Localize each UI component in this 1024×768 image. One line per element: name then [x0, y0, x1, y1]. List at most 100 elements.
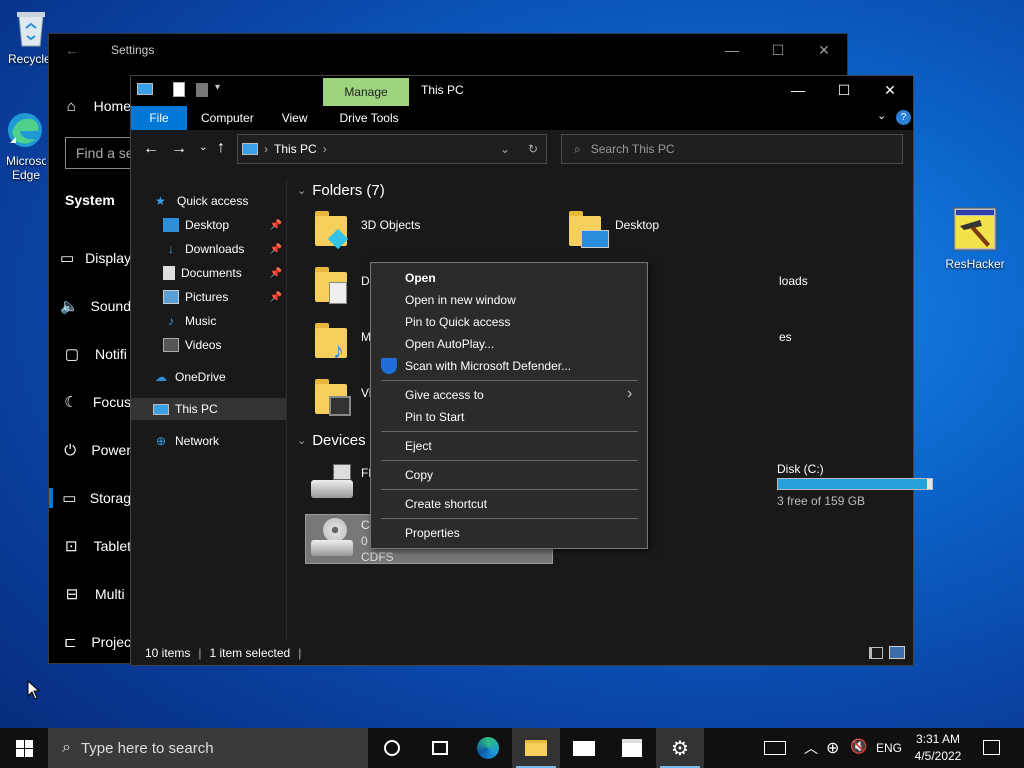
settings-search-input[interactable]: Find a se [65, 137, 135, 169]
music-icon: ♪ [168, 314, 174, 328]
nav-videos[interactable]: Videos [131, 334, 286, 356]
folder-label[interactable]: 3D Objects [361, 218, 420, 232]
taskbar-search-box[interactable]: ⌕ Type here to search [48, 728, 368, 768]
task-view-button[interactable] [416, 728, 464, 768]
tab-computer[interactable]: Computer [187, 106, 268, 130]
nav-documents[interactable]: Documents 📌 [131, 262, 286, 284]
folder-icon[interactable] [569, 208, 609, 248]
close-icon[interactable]: ✕ [801, 34, 847, 66]
chevron-up-icon[interactable]: ︿ [804, 738, 818, 758]
settings-nav-tablet[interactable]: ⊡ Tablet [49, 522, 131, 570]
local-disk-label[interactable]: Disk (C:) [777, 462, 824, 476]
cd-drive-icon [311, 518, 355, 560]
nav-pictures[interactable]: Pictures 📌 [131, 286, 286, 308]
folder-label[interactable]: D [361, 274, 370, 288]
touch-keyboard-icon[interactable] [764, 741, 786, 755]
language-indicator[interactable]: ENG [876, 741, 902, 755]
nav-quick-access[interactable]: ★ Quick access [131, 190, 286, 212]
breadcrumb-separator-icon: › [322, 142, 327, 156]
tab-view[interactable]: View [268, 106, 322, 130]
action-center-icon[interactable] [983, 740, 1000, 755]
taskbar-file-explorer[interactable] [512, 728, 560, 768]
breadcrumb[interactable]: This PC [274, 142, 317, 156]
taskbar-store[interactable] [608, 728, 656, 768]
network-icon[interactable]: ⊕ [826, 738, 839, 758]
desktop-icon-reshacker[interactable]: ResHacker [939, 205, 1011, 271]
up-arrow-icon[interactable]: ↑ [217, 139, 225, 157]
search-input[interactable]: ⌕ Search This PC [561, 134, 903, 164]
desktop-icon-edge[interactable]: Microsoft Edge [0, 110, 50, 182]
settings-nav-power[interactable]: ⏻ Power [49, 426, 131, 474]
menu-item-pin-start[interactable]: Pin to Start [405, 410, 464, 424]
folder-label[interactable]: loads [779, 274, 808, 288]
nav-desktop[interactable]: Desktop 📌 [131, 214, 286, 236]
menu-item-pin-quick-access[interactable]: Pin to Quick access [405, 315, 510, 329]
settings-nav-multitasking[interactable]: ⊟ Multi [49, 570, 131, 618]
settings-nav-projecting[interactable]: ⊏ Projec [49, 618, 131, 666]
settings-nav-focus[interactable]: ☾ Focus [49, 378, 131, 426]
clock[interactable]: 3:31 AM 4/5/2022 [908, 731, 968, 765]
menu-item-give-access[interactable]: Give access to [405, 388, 484, 402]
volume-muted-icon[interactable]: 🔇 [850, 738, 867, 755]
navigation-pane[interactable]: ★ Quick access Desktop 📌 ↓ Downloads 📌 Docum… [131, 180, 287, 640]
details-view-icon[interactable] [869, 647, 883, 659]
manage-tab[interactable]: Manage [323, 78, 409, 106]
address-bar[interactable]: › This PC › ⌄ ↻ [237, 134, 547, 164]
menu-item-create-shortcut[interactable]: Create shortcut [405, 497, 487, 511]
menu-item-open-new-window[interactable]: Open in new window [405, 293, 516, 307]
back-arrow-icon[interactable]: ← [65, 42, 79, 58]
settings-nav-notifications[interactable]: ▢ Notifi [49, 330, 131, 378]
new-folder-qat-icon[interactable] [196, 83, 208, 97]
settings-nav-display[interactable]: ▭ Display [49, 234, 131, 282]
help-icon[interactable]: ? [896, 110, 911, 125]
folder-icon[interactable] [315, 376, 355, 416]
floppy-drive-icon[interactable] [311, 464, 355, 502]
properties-qat-icon[interactable] [173, 82, 185, 97]
minimize-icon[interactable]: — [709, 34, 755, 66]
ribbon-expand-icon[interactable]: ⌄ [877, 109, 886, 122]
cd-drive-label[interactable]: C [361, 518, 370, 532]
start-button[interactable] [0, 728, 48, 768]
nav-this-pc[interactable]: This PC [131, 398, 286, 420]
nav-network[interactable]: ⊕ Network [131, 430, 286, 452]
large-icons-view-icon[interactable] [889, 646, 905, 659]
forward-arrow-icon[interactable]: → [171, 140, 187, 158]
close-icon[interactable]: ✕ [867, 76, 913, 104]
maximize-icon[interactable]: ☐ [755, 34, 801, 66]
menu-item-copy[interactable]: Copy [405, 468, 433, 482]
cortana-button[interactable] [368, 728, 416, 768]
settings-home[interactable]: ⌂ Home [49, 82, 131, 130]
taskbar-edge[interactable] [464, 728, 512, 768]
qat-dropdown-icon[interactable]: ▾ [215, 82, 220, 93]
recent-locations-icon[interactable]: ⌄ [199, 142, 207, 153]
nav-onedrive[interactable]: ☁ OneDrive [131, 366, 286, 388]
folder-label[interactable]: es [779, 330, 792, 344]
folder-label[interactable]: Desktop [615, 218, 659, 232]
folders-group-header[interactable]: ⌄ Folders (7) [297, 182, 385, 199]
menu-item-scan-defender[interactable]: Scan with Microsoft Defender... [405, 359, 571, 373]
nav-label: Downloads [185, 242, 245, 256]
tab-drive-tools[interactable]: Drive Tools [325, 106, 412, 130]
taskbar-settings[interactable]: ⚙ [656, 728, 704, 768]
minimize-icon[interactable]: — [775, 76, 821, 104]
tab-file[interactable]: File [131, 106, 187, 130]
menu-item-open[interactable]: Open [405, 271, 436, 285]
refresh-icon[interactable]: ↻ [528, 142, 538, 156]
context-menu[interactable]: Open Open in new window Pin to Quick acc… [370, 262, 648, 549]
nav-downloads[interactable]: ↓ Downloads 📌 [131, 238, 286, 260]
back-arrow-icon[interactable]: ← [143, 140, 159, 158]
address-dropdown-icon[interactable]: ⌄ [500, 142, 510, 156]
maximize-icon[interactable]: ☐ [821, 76, 867, 104]
devices-group-header[interactable]: ⌄ Devices a [297, 432, 378, 449]
settings-nav-storage[interactable]: ▭ Storag [49, 474, 131, 522]
taskbar-mail[interactable] [560, 728, 608, 768]
folder-icon[interactable] [315, 264, 355, 304]
folder-icon[interactable]: ♪ [315, 320, 355, 363]
nav-music[interactable]: ♪ Music [131, 310, 286, 332]
menu-item-eject[interactable]: Eject [405, 439, 432, 453]
home-icon: ⌂ [66, 97, 76, 115]
menu-item-properties[interactable]: Properties [405, 526, 460, 540]
folder-icon[interactable] [315, 208, 355, 250]
settings-nav-sound[interactable]: 🔈 Sound [49, 282, 131, 330]
menu-item-open-autoplay[interactable]: Open AutoPlay... [405, 337, 494, 351]
